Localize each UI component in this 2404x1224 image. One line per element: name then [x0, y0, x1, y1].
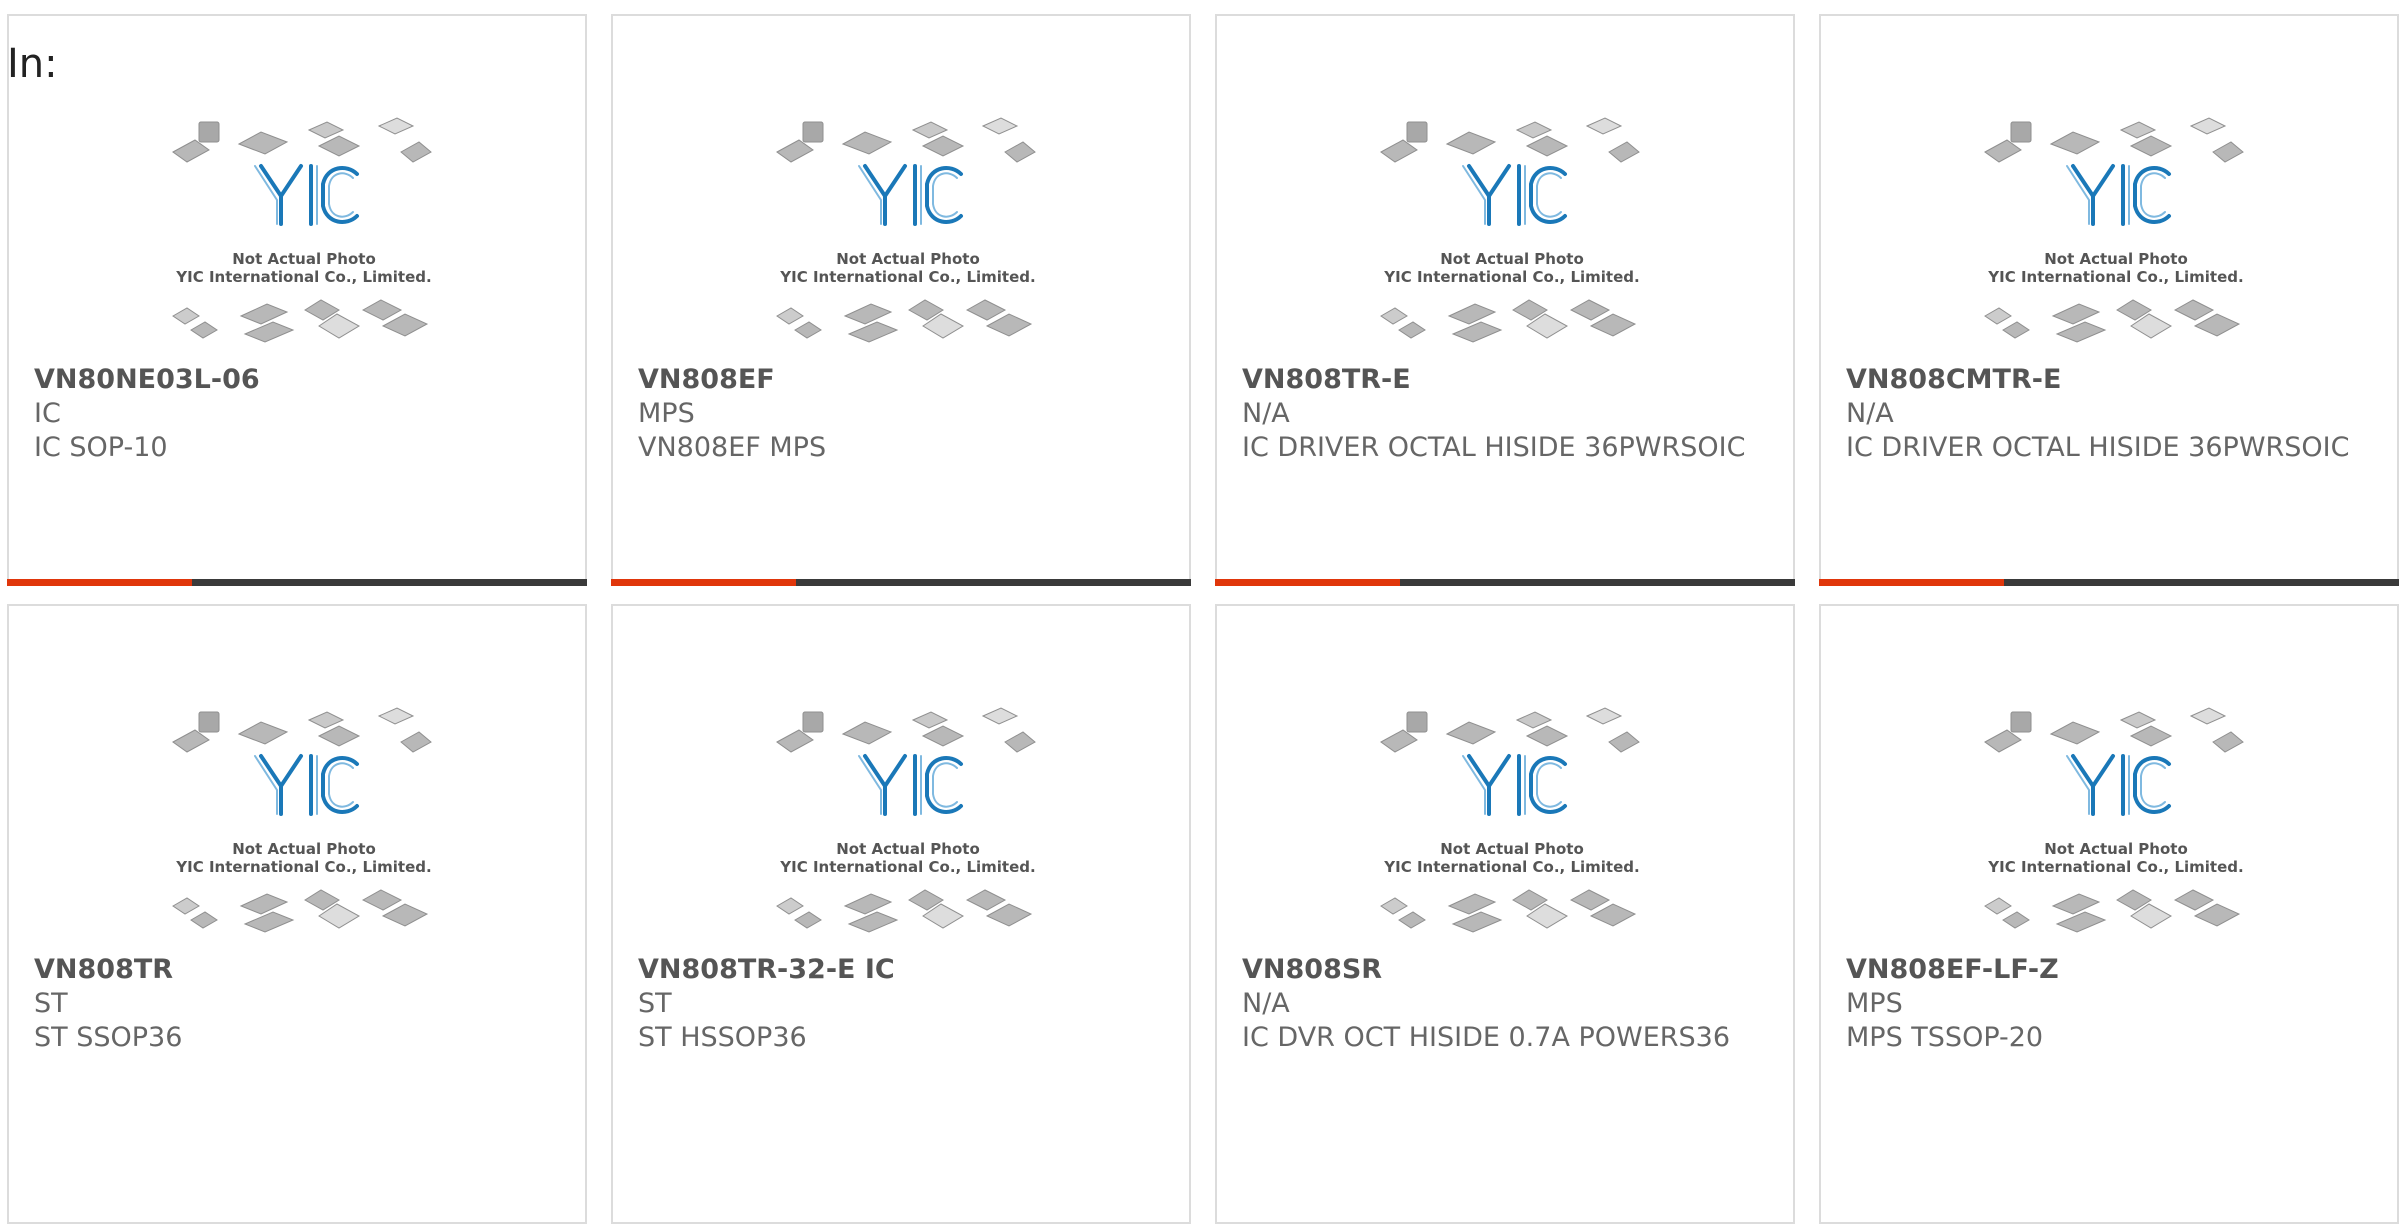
manufacturer: ST — [34, 988, 68, 1019]
product-card[interactable]: Not Actual Photo YIC International Co., … — [1215, 604, 1795, 1224]
description: IC DVR OCT HISIDE 0.7A POWERS36 — [1242, 1022, 1731, 1053]
placeholder-line2: YIC International Co., Limited. — [1987, 268, 2243, 286]
chip-packages-bottom — [172, 889, 429, 933]
product-placeholder-image[interactable]: Not Actual Photo YIC International Co., … — [1377, 694, 1647, 956]
chip-packages-bottom — [776, 299, 1033, 343]
card-accent-segment — [1819, 579, 2004, 586]
product-card[interactable]: Not Actual Photo YIC International Co., … — [7, 604, 587, 1224]
placeholder-line2: YIC International Co., Limited. — [175, 858, 431, 876]
card-accent-segment — [1215, 579, 1400, 586]
manufacturer: N/A — [1846, 398, 1894, 429]
chip-packages-bottom — [1380, 889, 1637, 933]
placeholder-line2: YIC International Co., Limited. — [1987, 858, 2243, 876]
placeholder-line1: Not Actual Photo — [232, 840, 376, 858]
chip-packages-bottom — [1380, 299, 1637, 343]
placeholder-line2: YIC International Co., Limited. — [779, 858, 1035, 876]
chip-packages-top — [172, 117, 432, 163]
product-info: VN808TR-E N/A IC DRIVER OCTAL HISIDE 36P… — [1242, 363, 1773, 465]
product-placeholder-image[interactable]: Not Actual Photo YIC International Co., … — [1377, 104, 1647, 366]
chip-packages-bottom — [1984, 889, 2241, 933]
chip-packages-bottom — [1984, 299, 2241, 343]
placeholder-line2: YIC International Co., Limited. — [1383, 858, 1639, 876]
product-grid: Not Actual Photo YIC International Co., … — [0, 0, 2404, 1224]
description: ST SSOP36 — [34, 1022, 183, 1053]
placeholder-line1: Not Actual Photo — [232, 250, 376, 268]
part-number[interactable]: VN808SR — [1242, 953, 1773, 987]
product-info: VN808EF MPS VN808EF MPS — [638, 363, 1169, 465]
part-number[interactable]: VN808EF — [638, 363, 1169, 397]
placeholder-line1: Not Actual Photo — [1440, 250, 1584, 268]
placeholder-line2: YIC International Co., Limited. — [779, 268, 1035, 286]
yic-logo — [858, 754, 963, 816]
product-placeholder-image[interactable]: Not Actual Photo YIC International Co., … — [1981, 104, 2251, 366]
filter-label: In: — [7, 41, 58, 87]
product-card[interactable]: Not Actual Photo YIC International Co., … — [611, 14, 1191, 586]
yic-logo — [254, 754, 359, 816]
placeholder-line1: Not Actual Photo — [2044, 250, 2188, 268]
product-card[interactable]: Not Actual Photo YIC International Co., … — [1819, 604, 2399, 1224]
chip-packages-bottom — [172, 299, 429, 343]
placeholder-line2: YIC International Co., Limited. — [1383, 268, 1639, 286]
part-number[interactable]: VN808CMTR-E — [1846, 363, 2377, 397]
chip-packages-top — [776, 117, 1036, 163]
card-accent-bar — [1215, 579, 1795, 586]
yic-logo — [858, 164, 963, 226]
product-placeholder-image[interactable]: Not Actual Photo YIC International Co., … — [169, 104, 439, 366]
product-info: VN808CMTR-E N/A IC DRIVER OCTAL HISIDE 3… — [1846, 363, 2377, 465]
product-info: VN808EF-LF-Z MPS MPS TSSOP-20 — [1846, 953, 2377, 1055]
placeholder-line1: Not Actual Photo — [1440, 840, 1584, 858]
placeholder-line1: Not Actual Photo — [2044, 840, 2188, 858]
product-card[interactable]: Not Actual Photo YIC International Co., … — [611, 604, 1191, 1224]
product-placeholder-image[interactable]: Not Actual Photo YIC International Co., … — [773, 694, 1043, 956]
yic-logo — [2066, 754, 2171, 816]
product-info: VN808TR ST ST SSOP36 — [34, 953, 565, 1055]
manufacturer: MPS — [638, 398, 695, 429]
card-accent-bar — [1819, 579, 2399, 586]
product-placeholder-image[interactable]: Not Actual Photo YIC International Co., … — [169, 694, 439, 956]
part-number[interactable]: VN808TR-E — [1242, 363, 1773, 397]
manufacturer: IC — [34, 398, 61, 429]
product-info: VN808SR N/A IC DVR OCT HISIDE 0.7A POWER… — [1242, 953, 1773, 1055]
manufacturer: ST — [638, 988, 672, 1019]
placeholder-line1: Not Actual Photo — [836, 250, 980, 268]
chip-packages-top — [172, 707, 432, 753]
description: VN808EF MPS — [638, 432, 827, 463]
card-accent-bar — [7, 579, 587, 586]
manufacturer: N/A — [1242, 398, 1290, 429]
product-placeholder-image[interactable]: Not Actual Photo YIC International Co., … — [773, 104, 1043, 366]
yic-logo — [2066, 164, 2171, 226]
part-number[interactable]: VN808TR-32-E IC — [638, 953, 1169, 987]
chip-packages-top — [776, 707, 1036, 753]
product-card[interactable]: Not Actual Photo YIC International Co., … — [1215, 14, 1795, 586]
chip-packages-top — [1984, 117, 2244, 163]
part-number[interactable]: VN808EF-LF-Z — [1846, 953, 2377, 987]
part-number[interactable]: VN80NE03L-06 — [34, 363, 565, 397]
part-number[interactable]: VN808TR — [34, 953, 565, 987]
description: IC DRIVER OCTAL HISIDE 36PWRSOIC — [1242, 432, 1746, 463]
placeholder-line2: YIC International Co., Limited. — [175, 268, 431, 286]
manufacturer: MPS — [1846, 988, 1903, 1019]
card-accent-bar — [611, 579, 1191, 586]
card-accent-segment — [611, 579, 796, 586]
yic-logo — [1462, 164, 1567, 226]
description: IC SOP-10 — [34, 432, 168, 463]
product-info: VN80NE03L-06 IC IC SOP-10 — [34, 363, 565, 465]
chip-packages-top — [1984, 707, 2244, 753]
product-info: VN808TR-32-E IC ST ST HSSOP36 — [638, 953, 1169, 1055]
product-card[interactable]: Not Actual Photo YIC International Co., … — [7, 14, 587, 586]
placeholder-line1: Not Actual Photo — [836, 840, 980, 858]
chip-packages-top — [1380, 707, 1640, 753]
description: MPS TSSOP-20 — [1846, 1022, 2044, 1053]
description: IC DRIVER OCTAL HISIDE 36PWRSOIC — [1846, 432, 2350, 463]
product-placeholder-image[interactable]: Not Actual Photo YIC International Co., … — [1981, 694, 2251, 956]
product-card[interactable]: Not Actual Photo YIC International Co., … — [1819, 14, 2399, 586]
chip-packages-top — [1380, 117, 1640, 163]
yic-logo — [254, 164, 359, 226]
manufacturer: N/A — [1242, 988, 1290, 1019]
yic-logo — [1462, 754, 1567, 816]
description: ST HSSOP36 — [638, 1022, 807, 1053]
card-accent-segment — [7, 579, 192, 586]
chip-packages-bottom — [776, 889, 1033, 933]
